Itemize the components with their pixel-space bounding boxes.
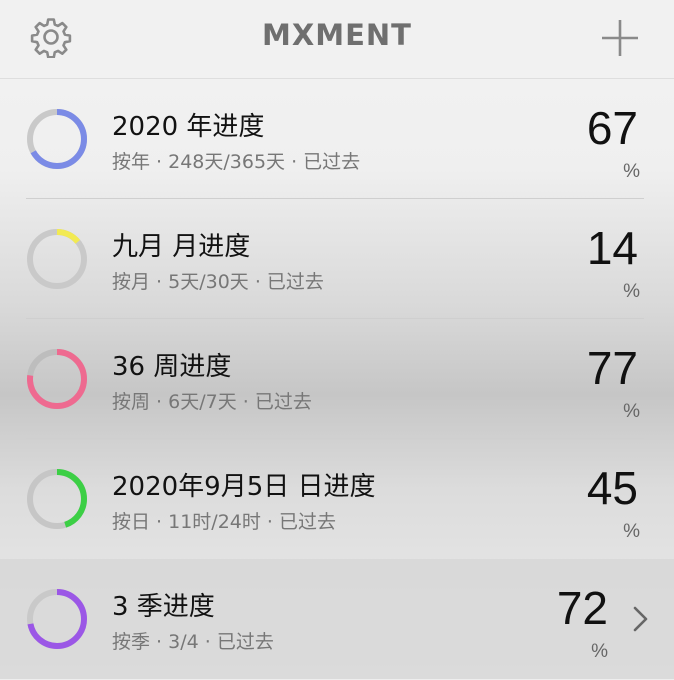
row-percent-unit: % [591,641,608,662]
row-percent-unit: % [623,281,640,302]
progress-row-month[interactable]: 九月 月进度 按月 · 5天/30天 · 已过去 14 % [0,199,674,319]
app-title: MXMENT [262,18,412,52]
row-percent-value: 45 [586,462,638,514]
row-title: 3 季进度 [112,592,215,622]
progress-list: 2020 年进度 按年 · 248天/365天 · 已过去 67 % 九月 月进… [0,79,674,679]
row-title: 36 周进度 [112,352,232,382]
row-percent-value: 72 [556,582,608,634]
row-percent-unit: % [623,401,640,422]
app-header: MXMENT [0,0,674,79]
progress-row-year[interactable]: 2020 年进度 按年 · 248天/365天 · 已过去 67 % [0,79,674,199]
row-subtitle: 按月 · 5天/30天 · 已过去 [112,271,324,293]
chevron-right-icon[interactable] [632,605,650,633]
row-percent-value: 77 [586,342,638,394]
progress-row-quarter[interactable]: 3 季进度 按季 · 3/4 · 已过去 72 % [0,559,674,679]
row-title: 2020年9月5日 日进度 [112,472,376,502]
plus-icon[interactable] [600,18,640,58]
row-subtitle: 按日 · 11时/24时 · 已过去 [112,511,336,533]
row-subtitle: 按季 · 3/4 · 已过去 [112,631,274,653]
progress-ring [27,109,87,169]
row-percent-value: 14 [586,222,638,274]
progress-row-day[interactable]: 2020年9月5日 日进度 按日 · 11时/24时 · 已过去 45 % [0,439,674,559]
progress-row-week[interactable]: 36 周进度 按周 · 6天/7天 · 已过去 77 % [0,319,674,439]
progress-ring [27,589,87,649]
row-percent-unit: % [623,521,640,542]
progress-ring [27,349,87,409]
row-subtitle: 按周 · 6天/7天 · 已过去 [112,391,312,413]
row-subtitle: 按年 · 248天/365天 · 已过去 [112,151,361,173]
progress-ring [27,229,87,289]
row-title: 九月 月进度 [112,232,251,262]
row-percent-value: 67 [586,102,638,154]
row-title: 2020 年进度 [112,112,265,142]
progress-ring [27,469,87,529]
row-percent-unit: % [623,161,640,182]
